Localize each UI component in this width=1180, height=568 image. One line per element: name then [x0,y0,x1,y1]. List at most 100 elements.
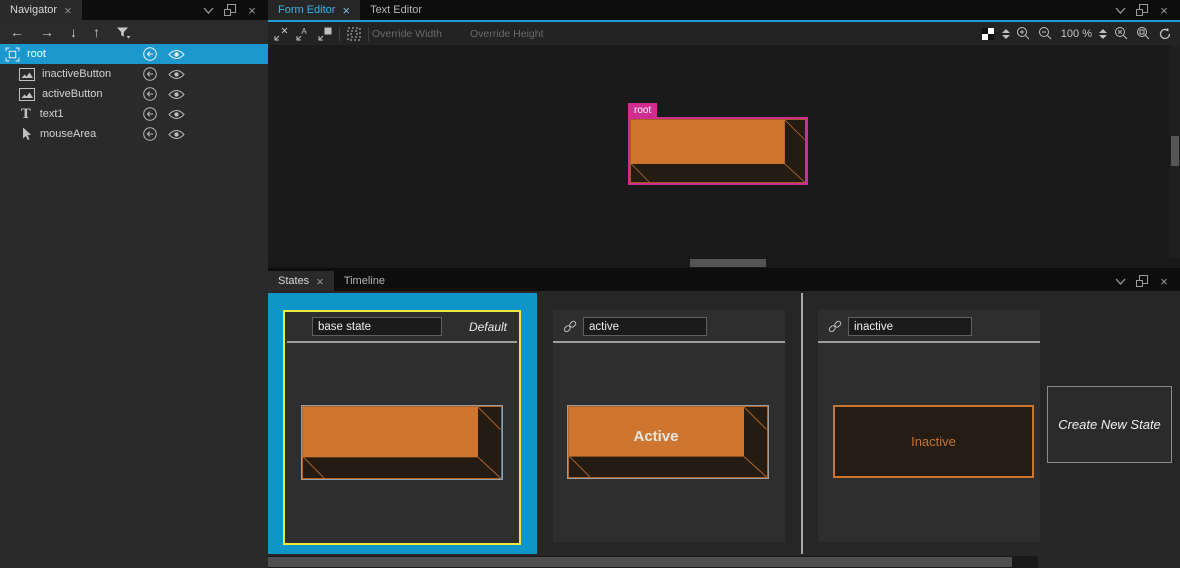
scrollbar-thumb[interactable] [1171,136,1179,166]
item-label: activeButton [42,88,103,100]
export-icon[interactable] [142,66,158,82]
chevron-down-icon[interactable] [1112,2,1128,18]
bounding-rectangles-icon[interactable] [343,25,365,43]
float-window-icon[interactable] [1134,273,1150,289]
canvas-color-icon[interactable] [977,25,999,43]
close-icon[interactable]: × [64,4,72,17]
states-horizontal-scrollbar[interactable] [268,556,1038,568]
move-up-icon[interactable]: ↑ [93,24,100,40]
item-label: mouseArea [40,128,97,140]
float-window-icon[interactable] [222,2,238,18]
bevel-button-image [302,406,502,479]
states-window-controls: × [1112,271,1180,291]
snapping-icon[interactable] [314,25,336,43]
button-text: Active [634,429,679,445]
tab-form-editor[interactable]: Form Editor × [268,0,361,20]
export-icon[interactable] [142,86,158,102]
eye-icon[interactable] [168,69,185,80]
navigator-toolbar: ← → ↓ ↑ [0,20,268,44]
states-editor: Default [268,291,1180,568]
eye-icon[interactable] [168,89,185,100]
item-label: text1 [39,108,64,120]
card-header-separator [287,341,517,343]
navigator-item-inactiveButton[interactable]: inactiveButton [0,64,268,84]
item-label: inactiveButton [42,68,112,80]
export-icon[interactable] [142,46,158,62]
snapping-anchors-icon[interactable]: A [292,25,314,43]
text-editor-tab-label: Text Editor [370,4,423,16]
close-icon[interactable]: × [316,275,324,288]
root-item-selection[interactable] [628,117,808,185]
canvas-vertical-scrollbar[interactable] [1170,45,1180,258]
filter-icon[interactable] [116,26,131,39]
zoom-stepper[interactable] [1096,28,1110,39]
states-divider [801,293,803,554]
create-new-state-button[interactable]: Create New State [1047,386,1172,463]
states-tab-label: States [278,275,310,287]
button-text: Inactive [911,434,956,449]
close-icon[interactable]: × [342,4,350,17]
create-new-state-label: Create New State [1058,417,1161,432]
card-header-separator [818,341,1040,343]
link-icon[interactable] [563,320,577,334]
timeline-tab-label: Timeline [343,275,385,287]
chevron-down-icon[interactable] [200,2,216,18]
state-preview-active[interactable]: Active [567,405,769,479]
navigator-tab-label: Navigator [10,4,58,16]
item-label: root [27,48,46,60]
zoom-out-icon[interactable] [1035,25,1057,43]
back-icon[interactable]: ← [10,24,24,40]
tab-states[interactable]: States × [268,271,334,291]
float-window-icon[interactable] [1134,2,1150,18]
chevron-down-icon[interactable] [1112,273,1128,289]
svg-text:A: A [301,27,307,36]
navigator-item-text1[interactable]: T text1 [0,104,268,124]
reset-view-icon[interactable] [1154,25,1176,43]
link-icon[interactable] [828,320,842,334]
forward-icon[interactable]: → [40,24,54,40]
close-icon[interactable]: × [244,2,260,18]
base-state-highlight: Default [283,310,521,545]
tab-timeline[interactable]: Timeline [333,271,395,291]
bevel-button-image: Active [568,406,768,478]
state-name-input[interactable] [312,317,442,336]
scrollbar-thumb[interactable] [690,259,766,267]
export-icon[interactable] [142,106,158,122]
eye-icon[interactable] [168,49,185,60]
image-icon [19,67,35,81]
zoom-selection-icon[interactable] [1110,25,1132,43]
override-height-input[interactable] [470,25,560,42]
tab-navigator[interactable]: Navigator × [0,0,82,20]
state-preview-inactive[interactable]: Inactive [833,405,1034,478]
zoom-in-icon[interactable] [1013,25,1035,43]
component-icon [5,47,20,62]
state-card-inactive[interactable]: Inactive [818,310,1040,542]
mouse-area-icon [22,127,32,141]
export-icon[interactable] [142,126,158,142]
snapping-off-icon[interactable] [270,25,292,43]
zoom-level-value: 100 % [1060,27,1092,40]
override-width-input[interactable] [372,25,462,42]
zoom-fit-icon[interactable] [1132,25,1154,43]
close-icon[interactable]: × [1156,273,1172,289]
close-icon[interactable]: × [1156,2,1172,18]
state-card-base[interactable]: Default [268,293,537,554]
navigator-item-mouseArea[interactable]: mouseArea [0,124,268,144]
canvas-color-stepper[interactable] [999,28,1013,39]
navigator-item-activeButton[interactable]: activeButton [0,84,268,104]
eye-icon[interactable] [168,109,185,120]
state-card-active[interactable]: Active [553,310,785,542]
tab-text-editor[interactable]: Text Editor [360,0,433,20]
eye-icon[interactable] [168,129,185,140]
state-preview-base[interactable] [301,405,503,480]
state-name-input[interactable] [848,317,972,336]
form-editor-canvas[interactable]: root [268,45,1170,258]
scrollbar-thumb[interactable] [268,557,1012,567]
navigator-item-root[interactable]: root [0,44,268,64]
move-down-icon[interactable]: ↓ [70,24,77,40]
canvas-horizontal-scrollbar[interactable] [268,258,1180,268]
navigator-panel: Navigator × × ← → ↓ ↑ root inactiveButto… [0,0,268,568]
card-header-separator [553,341,785,343]
default-state-badge: Default [468,320,507,334]
state-name-input[interactable] [583,317,707,336]
